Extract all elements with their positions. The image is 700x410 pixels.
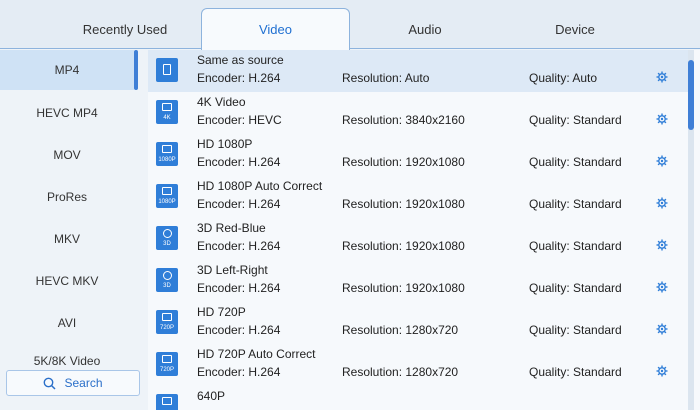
preset-quality: Quality: Standard xyxy=(529,239,622,253)
preset-row[interactable]: 3D 3D Left-Right Encoder: H.264 Resoluti… xyxy=(148,260,688,302)
format-tabbar: Recently Used Video Audio Device xyxy=(0,0,700,50)
preset-quality: Quality: Standard xyxy=(529,113,622,127)
preset-encoder: Encoder: H.264 xyxy=(197,323,281,337)
preset-badge: 720P xyxy=(159,367,174,373)
preset-name: 640P xyxy=(197,389,226,403)
preset-badge: 1080P xyxy=(158,157,176,163)
preset-encoder: Encoder: HEVC xyxy=(197,113,282,127)
gear-icon[interactable] xyxy=(656,197,668,209)
preset-row[interactable]: 1080P HD 1080P Auto Correct Encoder: H.2… xyxy=(148,176,688,218)
preset-resolution: Resolution: 1920x1080 xyxy=(342,281,465,295)
scrollbar-thumb[interactable] xyxy=(688,60,694,130)
preset-name: Same as source xyxy=(197,53,284,67)
preset-name: HD 720P xyxy=(197,305,246,319)
tab-audio[interactable]: Audio xyxy=(360,8,490,50)
sidebar-scrollbar[interactable] xyxy=(134,50,138,90)
preset-quality: Quality: Standard xyxy=(529,323,622,337)
copy-icon xyxy=(156,58,178,82)
preset-quality: Quality: Standard xyxy=(529,155,622,169)
sidebar-item-prores[interactable]: ProRes xyxy=(0,177,134,217)
sidebar-item-hevc-mp4[interactable]: HEVC MP4 xyxy=(0,93,134,133)
gear-icon[interactable] xyxy=(656,71,668,83)
preset-resolution: Resolution: Auto xyxy=(342,71,430,85)
preset-quality: Quality: Standard xyxy=(529,365,622,379)
preset-resolution: Resolution: 1920x1080 xyxy=(342,197,465,211)
preset-resolution: Resolution: 1920x1080 xyxy=(342,155,465,169)
sidebar-item-avi[interactable]: AVI xyxy=(0,303,134,343)
preset-row[interactable]: 720P HD 720P Encoder: H.264 Resolution: … xyxy=(148,302,688,344)
sidebar-item-hevc-mkv[interactable]: HEVC MKV xyxy=(0,261,134,301)
preset-name: 3D Red-Blue xyxy=(197,221,266,235)
preset-row[interactable]: 4K 4K Video Encoder: HEVC Resolution: 38… xyxy=(148,92,688,134)
preset-name: HD 1080P xyxy=(197,137,253,151)
preset-quality: Quality: Auto xyxy=(529,71,598,85)
preset-name: HD 720P Auto Correct xyxy=(197,347,316,361)
preset-resolution: Resolution: 3840x2160 xyxy=(342,113,465,127)
preset-resolution: Resolution: 1280x720 xyxy=(342,365,459,379)
preset-list: Same as source Encoder: H.264 Resolution… xyxy=(148,50,700,410)
preset-encoder: Encoder: H.264 xyxy=(197,281,281,295)
3d-icon: 3D xyxy=(156,268,178,292)
sidebar-item-mov[interactable]: MOV xyxy=(0,135,134,175)
tab-recently-used[interactable]: Recently Used xyxy=(60,8,190,50)
sidebar-item-mp4[interactable]: MP4 xyxy=(0,50,134,90)
preset-row[interactable]: 640P xyxy=(148,386,688,410)
gear-icon[interactable] xyxy=(656,323,668,335)
gear-icon[interactable] xyxy=(656,155,668,167)
search-label: Search xyxy=(64,376,103,390)
film-icon: 720P xyxy=(156,352,178,376)
film-icon xyxy=(156,394,178,410)
tab-video[interactable]: Video xyxy=(201,8,350,50)
preset-list-scrollbar[interactable] xyxy=(688,50,694,410)
preset-name: 3D Left-Right xyxy=(197,263,268,277)
preset-encoder: Encoder: H.264 xyxy=(197,197,281,211)
preset-badge: 4K xyxy=(163,115,171,121)
preset-encoder: Encoder: H.264 xyxy=(197,155,281,169)
preset-row[interactable]: 3D 3D Red-Blue Encoder: H.264 Resolution… xyxy=(148,218,688,260)
sidebar-item-mkv[interactable]: MKV xyxy=(0,219,134,259)
preset-name: 4K Video xyxy=(197,95,246,109)
format-sidebar: MP4 HEVC MP4 MOV ProRes MKV HEVC MKV AVI… xyxy=(0,50,147,410)
film-icon: 1080P xyxy=(156,142,178,166)
preset-row[interactable]: 1080P HD 1080P Encoder: H.264 Resolution… xyxy=(148,134,688,176)
preset-resolution: Resolution: 1920x1080 xyxy=(342,239,465,253)
preset-name: HD 1080P Auto Correct xyxy=(197,179,323,193)
preset-badge: 720P xyxy=(159,325,174,331)
preset-quality: Quality: Standard xyxy=(529,197,622,211)
film-icon: 1080P xyxy=(156,184,178,208)
film-icon: 720P xyxy=(156,310,178,334)
gear-icon[interactable] xyxy=(656,365,668,377)
preset-badge: 3D xyxy=(163,241,171,247)
preset-row[interactable]: Same as source Encoder: H.264 Resolution… xyxy=(148,50,688,92)
gear-icon[interactable] xyxy=(656,239,668,251)
tab-device[interactable]: Device xyxy=(510,8,640,50)
preset-badge: 1080P xyxy=(158,199,176,205)
preset-resolution: Resolution: 1280x720 xyxy=(342,323,459,337)
preset-badge: 3D xyxy=(163,283,171,289)
preset-row[interactable]: 720P HD 720P Auto Correct Encoder: H.264… xyxy=(148,344,688,386)
search-icon xyxy=(44,377,57,390)
preset-encoder: Encoder: H.264 xyxy=(197,71,281,85)
film-icon: 4K xyxy=(156,100,178,124)
preset-encoder: Encoder: H.264 xyxy=(197,239,281,253)
preset-quality: Quality: Standard xyxy=(529,281,622,295)
3d-icon: 3D xyxy=(156,226,178,250)
search-button[interactable]: Search xyxy=(6,370,140,396)
preset-encoder: Encoder: H.264 xyxy=(197,365,281,379)
gear-icon[interactable] xyxy=(656,113,668,125)
gear-icon[interactable] xyxy=(656,281,668,293)
